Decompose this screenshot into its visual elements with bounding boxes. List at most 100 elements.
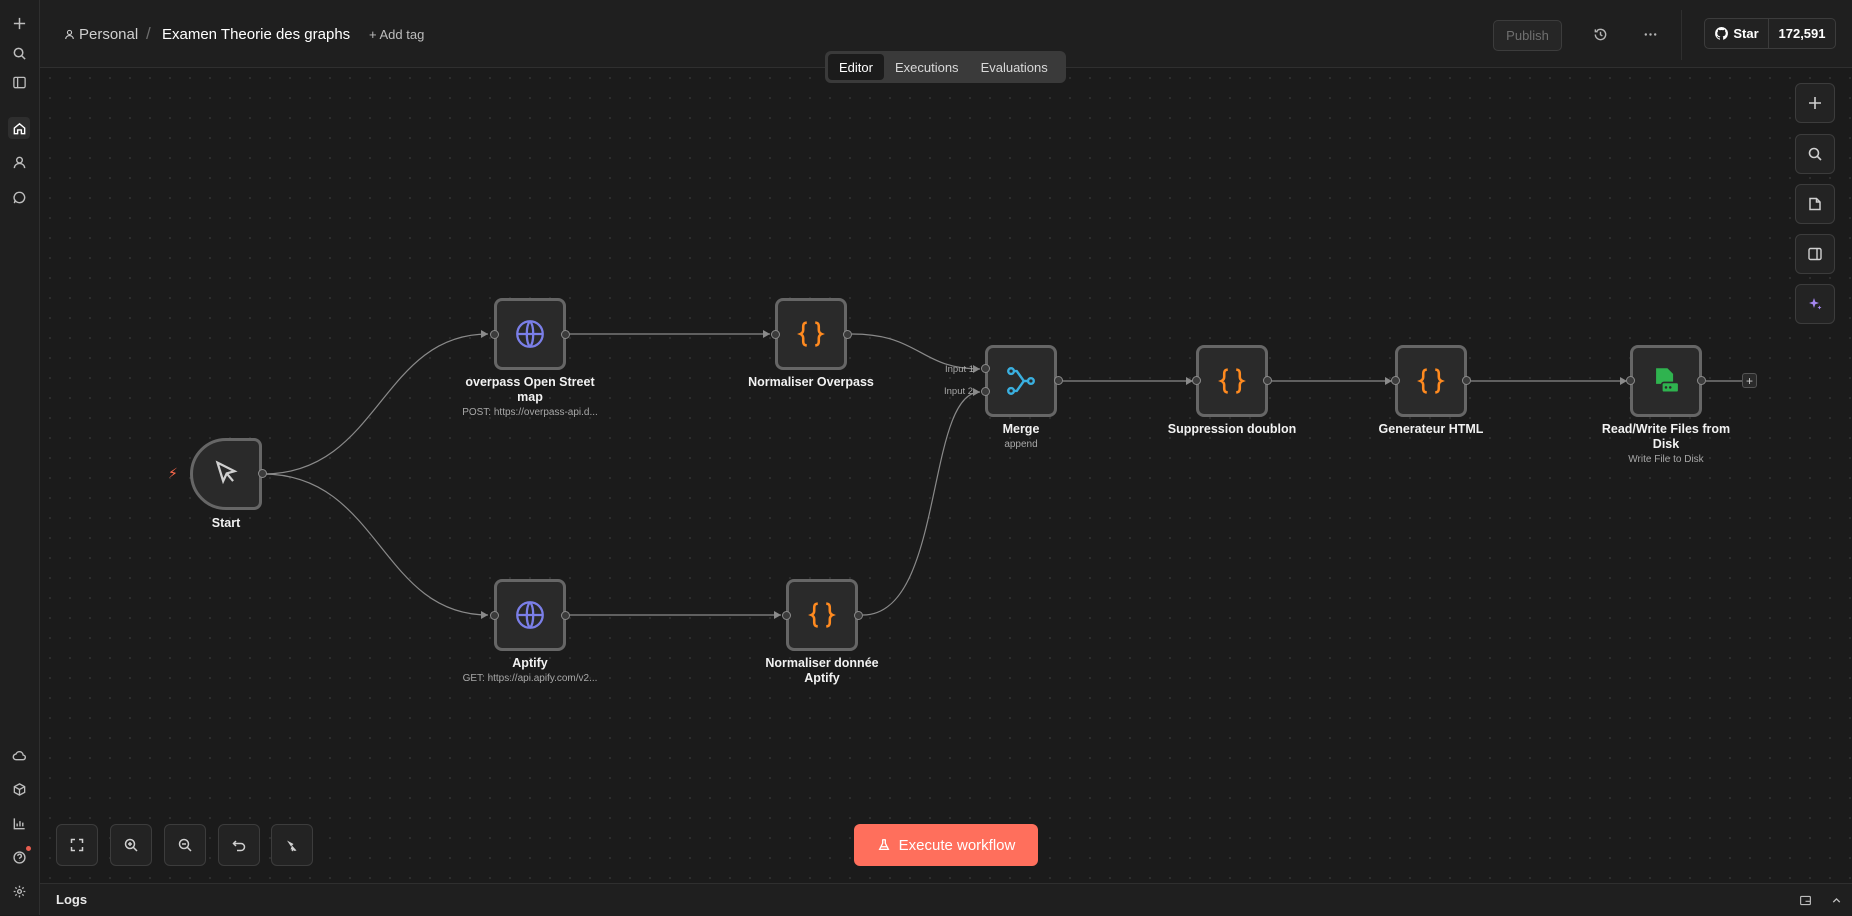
chart-icon[interactable]: [8, 812, 30, 834]
sidebar-toggle-icon[interactable]: [8, 71, 30, 93]
node-generateur-html[interactable]: [1395, 345, 1467, 417]
port-aptify-out[interactable]: [561, 611, 570, 620]
sticky-note-button[interactable]: [1795, 184, 1835, 224]
port-start-out[interactable]: [258, 469, 267, 478]
add-node-plus-button[interactable]: +: [1742, 373, 1757, 388]
node-aptify-label: Aptify: [512, 656, 548, 670]
node-normaliser-aptify[interactable]: [786, 579, 858, 651]
node-merge[interactable]: [985, 345, 1057, 417]
undo-icon: [232, 840, 246, 852]
port-overpass-out[interactable]: [561, 330, 570, 339]
breadcrumb-separator: /: [146, 24, 151, 43]
port-norm-aptify-in[interactable]: [782, 611, 791, 620]
tab-evaluations[interactable]: Evaluations: [970, 54, 1059, 80]
node-normaliser-overpass-label: Normaliser Overpass: [748, 375, 874, 389]
breadcrumb-project-label: Personal: [79, 26, 139, 43]
port-html-in[interactable]: [1391, 376, 1400, 385]
undo-button[interactable]: [218, 824, 260, 866]
code-braces-icon: [1218, 368, 1246, 394]
port-dedupe-out[interactable]: [1263, 376, 1272, 385]
logs-label: Logs: [56, 892, 88, 907]
port-html-out[interactable]: [1462, 376, 1471, 385]
add-tag-button[interactable]: + Add tag: [369, 27, 424, 42]
node-read-write-files[interactable]: [1630, 345, 1702, 417]
node-overpass-url: POST: https://overpass-api.d...: [462, 407, 598, 418]
code-braces-icon: [1417, 368, 1445, 394]
toggle-panel-button[interactable]: [1795, 234, 1835, 274]
cloud-icon[interactable]: [8, 744, 30, 766]
fit-view-button[interactable]: [56, 824, 98, 866]
github-star-button[interactable]: Star: [1705, 19, 1769, 48]
node-start-label: Start: [211, 516, 241, 530]
github-star-widget[interactable]: Star 172,591: [1704, 18, 1836, 49]
github-star-count: 172,591: [1778, 26, 1826, 41]
search-nodes-button[interactable]: [1795, 134, 1835, 174]
node-suppression-doublon-label: Suppression doublon: [1167, 422, 1297, 436]
box-icon[interactable]: [8, 778, 30, 800]
chat-icon[interactable]: [8, 186, 30, 208]
port-overpass-in[interactable]: [490, 330, 499, 339]
publish-button[interactable]: Publish: [1493, 20, 1562, 51]
port-merge-in-1[interactable]: [981, 364, 990, 373]
workflow-name[interactable]: Examen Theorie des graphs: [162, 26, 350, 43]
node-normaliser-overpass[interactable]: [775, 298, 847, 370]
breadcrumb-project[interactable]: Personal: [64, 26, 138, 43]
port-rwfiles-in[interactable]: [1626, 376, 1635, 385]
merge-input-1-label: Input 1: [945, 364, 975, 375]
search-icon[interactable]: [8, 42, 30, 64]
execute-workflow-button[interactable]: Execute workflow: [854, 824, 1038, 866]
settings-icon[interactable]: [8, 880, 30, 902]
merge-icon: [1007, 367, 1035, 395]
view-tabs: Editor Executions Evaluations: [825, 51, 1066, 83]
left-sidebar: [0, 0, 40, 915]
tab-executions[interactable]: Executions: [884, 54, 970, 80]
popout-icon[interactable]: [1797, 892, 1813, 908]
zoom-in-button[interactable]: [110, 824, 152, 866]
port-merge-out[interactable]: [1054, 376, 1063, 385]
port-dedupe-in[interactable]: [1192, 376, 1201, 385]
notification-dot: [26, 846, 31, 851]
globe-icon: [516, 320, 544, 348]
fullscreen-icon: [70, 838, 84, 852]
node-normaliser-aptify-label: Normaliser donnée Aptify: [765, 656, 879, 685]
code-braces-icon: [797, 321, 825, 347]
port-merge-in-2[interactable]: [981, 387, 990, 396]
tab-editor[interactable]: Editor: [828, 54, 884, 80]
home-icon[interactable]: [8, 117, 30, 139]
tidy-up-button[interactable]: [271, 824, 313, 866]
node-overpass-label: overpass Open Street map: [465, 375, 595, 404]
github-star-label: Star: [1733, 26, 1759, 41]
zoom-out-button[interactable]: [164, 824, 206, 866]
chevron-up-icon[interactable]: [1828, 892, 1844, 908]
port-norm-aptify-out[interactable]: [854, 611, 863, 620]
panel-icon: [1808, 247, 1822, 261]
trigger-bolt-icon: ⚡: [168, 465, 178, 481]
port-norm-overpass-in[interactable]: [771, 330, 780, 339]
user-icon[interactable]: [8, 151, 30, 173]
node-merge-label: Merge: [1002, 422, 1040, 436]
sparkles-icon: [1809, 298, 1822, 310]
port-aptify-in[interactable]: [490, 611, 499, 620]
node-read-write-files-op: Write File to Disk: [1628, 454, 1704, 465]
node-suppression-doublon[interactable]: [1196, 345, 1268, 417]
code-braces-icon: [808, 602, 836, 628]
zoom-in-icon: [124, 838, 138, 852]
node-start[interactable]: [190, 438, 262, 510]
ai-assistant-button[interactable]: [1795, 284, 1835, 324]
more-options-icon[interactable]: [1639, 23, 1661, 45]
broom-icon: [287, 840, 297, 852]
history-icon[interactable]: [1589, 23, 1611, 45]
workflow-canvas[interactable]: [40, 68, 1852, 883]
node-merge-mode: append: [1004, 439, 1038, 450]
header-divider: [1681, 10, 1682, 60]
port-norm-overpass-out[interactable]: [843, 330, 852, 339]
logs-panel-bar[interactable]: Logs: [40, 883, 1852, 916]
plus-icon[interactable]: [8, 12, 30, 34]
flask-icon: [878, 839, 890, 851]
add-node-button[interactable]: [1795, 83, 1835, 123]
node-aptify[interactable]: [494, 579, 566, 651]
node-overpass[interactable]: [494, 298, 566, 370]
execute-workflow-label: Execute workflow: [898, 836, 1016, 854]
zoom-out-icon: [178, 838, 192, 852]
port-rwfiles-out[interactable]: [1697, 376, 1706, 385]
